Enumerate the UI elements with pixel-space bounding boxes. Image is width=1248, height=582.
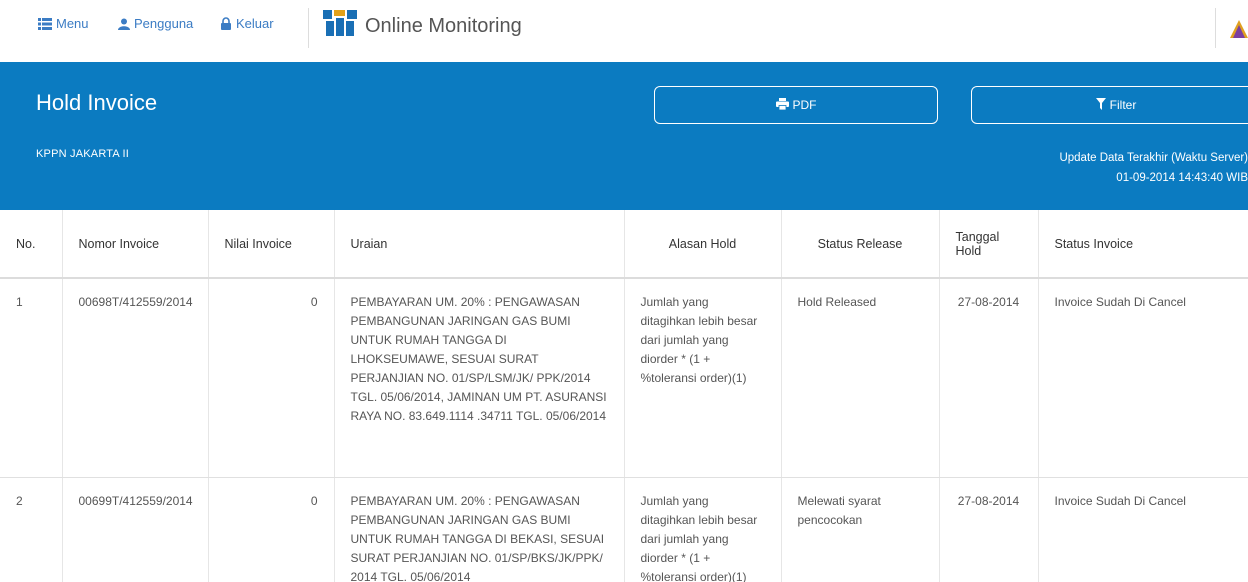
hold-invoice-table: No. Nomor Invoice Nilai Invoice Uraian A… [0, 210, 1248, 582]
pdf-button[interactable]: PDF [654, 86, 938, 124]
cell-status-invoice: Invoice Sudah Di Cancel [1038, 477, 1248, 582]
update-label: Update Data Terakhir (Waktu Server) [1059, 152, 1248, 164]
lock-icon [220, 17, 232, 30]
update-info: Update Data Terakhir (Waktu Server) 01-0… [1059, 148, 1248, 188]
cell-nilai-invoice: 0 [208, 278, 335, 478]
table-row[interactable]: 1 00698T/412559/2014 0 PEMBAYARAN UM. 20… [0, 278, 1248, 478]
filter-icon [1095, 97, 1106, 113]
cell-alasan-hold: Jumlah yang ditagihkan lebih besar dari … [624, 477, 782, 582]
column-header[interactable]: No. [0, 210, 63, 279]
cell-uraian: PEMBAYARAN UM. 20% : PENGAWASAN PEMBANGU… [334, 477, 625, 582]
cell-no: 1 [0, 278, 63, 478]
nav-user[interactable]: Pengguna [118, 16, 193, 31]
app-title: Online Monitoring [365, 14, 522, 37]
cell-uraian: PEMBAYARAN UM. 20% : PENGAWASAN PEMBANGU… [334, 278, 625, 478]
column-header[interactable]: Status Release [781, 210, 940, 279]
column-header[interactable]: Nilai Invoice [208, 210, 335, 279]
page-header-band: Hold Invoice KPPN JAKARTA II PDF Filter … [0, 62, 1248, 272]
cell-nilai-invoice: 0 [208, 477, 335, 582]
nav-logout-label: Keluar [236, 16, 274, 31]
corner-logo-icon [1230, 20, 1248, 45]
column-header[interactable]: Nomor Invoice [62, 210, 209, 279]
update-time: 01-09-2014 14:43:40 WIB [1116, 172, 1248, 184]
column-header[interactable]: Status Invoice [1038, 210, 1248, 279]
column-header[interactable]: Tanggal Hold [939, 210, 1039, 279]
table-row[interactable]: 2 00699T/412559/2014 0 PEMBAYARAN UM. 20… [0, 477, 1248, 582]
column-header[interactable]: Uraian [334, 210, 625, 279]
page-title: Hold Invoice [36, 90, 158, 115]
table-header-row: No. Nomor Invoice Nilai Invoice Uraian A… [0, 210, 1248, 279]
print-icon [775, 97, 789, 113]
cell-status-release: Hold Released [781, 278, 940, 478]
office-name: KPPN JAKARTA II [36, 148, 130, 160]
cell-nomor-invoice: 00699T/412559/2014 [62, 477, 209, 582]
brand[interactable]: Online Monitoring [323, 10, 522, 42]
nav-logout[interactable]: Keluar [220, 16, 274, 31]
cell-alasan-hold: Jumlah yang ditagihkan lebih besar dari … [624, 278, 782, 478]
cell-nomor-invoice: 00698T/412559/2014 [62, 278, 209, 478]
nav-menu-label: Menu [56, 16, 89, 31]
cell-status-release: Melewati syarat pencocokan [781, 477, 940, 582]
nav-menu[interactable]: Menu [38, 16, 89, 31]
nav-user-label: Pengguna [134, 16, 194, 31]
cell-no: 2 [0, 477, 63, 582]
list-icon [38, 17, 52, 30]
cell-tanggal-hold: 27-08-2014 [939, 278, 1039, 478]
pdf-button-label: PDF [792, 98, 817, 112]
top-navbar: Menu Pengguna Keluar Online Monitoring [0, 0, 1248, 62]
cell-tanggal-hold: 27-08-2014 [939, 477, 1039, 582]
filter-button-label: Filter [1109, 98, 1137, 112]
user-icon [118, 18, 130, 30]
nav-divider-right [1215, 8, 1216, 48]
column-header[interactable]: Alasan Hold [624, 210, 782, 279]
cell-status-invoice: Invoice Sudah Di Cancel [1038, 278, 1248, 478]
filter-button[interactable]: Filter [971, 86, 1248, 124]
brand-logo-icon [323, 10, 357, 42]
nav-divider [308, 8, 309, 48]
